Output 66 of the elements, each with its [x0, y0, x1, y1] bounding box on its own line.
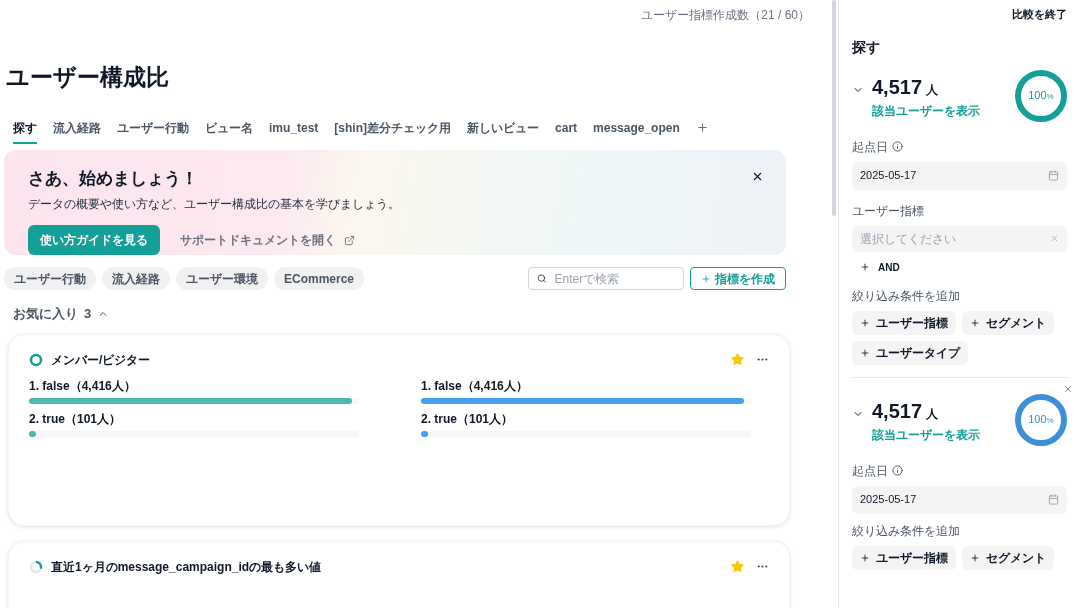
panel-title: 探す — [852, 37, 881, 57]
tab[interactable]: ビュー名 — [205, 114, 253, 144]
field-label: 絞り込み条件を追加 — [852, 522, 961, 540]
search-input[interactable]: Enterで検索 — [554, 269, 675, 288]
user-count: 4,517 — [872, 74, 923, 100]
plus-icon — [970, 552, 980, 563]
plus-icon — [970, 317, 980, 328]
calendar-icon — [1048, 494, 1059, 505]
banner-title: さあ、始めましょう！ — [28, 167, 198, 190]
filter-button[interactable]: ユーザータイプ — [852, 340, 968, 365]
filter-button[interactable]: セグメント — [962, 545, 1054, 570]
star-icon[interactable] — [731, 353, 744, 366]
date-field[interactable]: 2025-05-17 — [852, 161, 1067, 190]
end-compare-button[interactable]: 比較を終了 — [1012, 6, 1067, 23]
filter-button[interactable]: セグメント — [962, 310, 1054, 335]
card-title: 直近1ヶ月のmessage_campaign_idの最も多い値 — [51, 558, 322, 576]
tab[interactable]: ユーザー行動 — [117, 114, 189, 144]
favorites-label: お気に入り — [13, 305, 78, 323]
add-tab-icon[interactable] — [695, 120, 709, 134]
tab[interactable]: 探す — [13, 114, 37, 144]
count-unit: 人 — [926, 81, 939, 99]
search-field[interactable]: Enterで検索 — [528, 267, 684, 290]
quota-text: ユーザー指標作成数（21 / 60） — [641, 7, 810, 24]
and-button[interactable]: AND — [852, 255, 908, 279]
support-link[interactable]: サポートドキュメントを開く — [180, 231, 355, 249]
tab[interactable]: cart — [555, 114, 578, 144]
user-count: 4,517 — [872, 398, 923, 424]
tab[interactable]: message_open — [593, 114, 680, 144]
info-icon[interactable] — [892, 465, 903, 476]
bar-label: 1. false（4,416人） — [421, 377, 529, 395]
external-link-icon — [344, 234, 355, 246]
field-label: 起点日 — [852, 138, 888, 156]
tab[interactable]: 流入経路 — [53, 114, 101, 144]
filter-button[interactable]: ユーザー指標 — [852, 545, 956, 570]
star-icon[interactable] — [731, 560, 744, 573]
tab[interactable]: imu_test — [269, 114, 319, 144]
date-field[interactable]: 2025-05-17 — [852, 485, 1067, 514]
plus-icon — [860, 317, 870, 328]
info-icon[interactable] — [892, 141, 903, 152]
plus-icon — [860, 262, 870, 272]
bar-label: 2. true（101人） — [421, 410, 515, 428]
plus-icon — [860, 347, 870, 358]
card-title: メンバー/ビジター — [51, 351, 151, 369]
category-chip[interactable]: 流入経路 — [102, 267, 170, 290]
calendar-icon — [1048, 170, 1059, 181]
favorites-count: 3 — [84, 305, 92, 323]
search-icon — [537, 273, 547, 284]
clear-icon[interactable] — [1050, 234, 1059, 243]
percent-text: 100% — [1028, 412, 1054, 428]
page-title: ユーザー構成比 — [6, 63, 170, 92]
tab[interactable]: [shin]差分チェック用 — [334, 114, 452, 144]
filter-button[interactable]: ユーザー指標 — [852, 310, 956, 335]
banner-text: データの概要や使い方など、ユーザー構成比の基本を学びましょう。 — [28, 196, 400, 213]
field-label: 起点日 — [852, 462, 888, 480]
category-chip[interactable]: ユーザー行動 — [4, 267, 96, 290]
category-chip[interactable]: ユーザー環境 — [176, 267, 268, 290]
plus-icon — [701, 273, 711, 284]
category-chip[interactable]: ECommerce — [274, 267, 365, 290]
percent-text: 100% — [1028, 88, 1054, 104]
field-label: 絞り込み条件を追加 — [852, 287, 961, 305]
tab[interactable]: 新しいビュー — [467, 114, 540, 144]
plus-icon — [860, 552, 870, 563]
count-unit: 人 — [926, 405, 939, 423]
bar-label: 2. true（101人） — [29, 410, 123, 428]
field-label: ユーザー指標 — [852, 202, 925, 220]
bar-label: 1. false（4,416人） — [29, 377, 137, 395]
